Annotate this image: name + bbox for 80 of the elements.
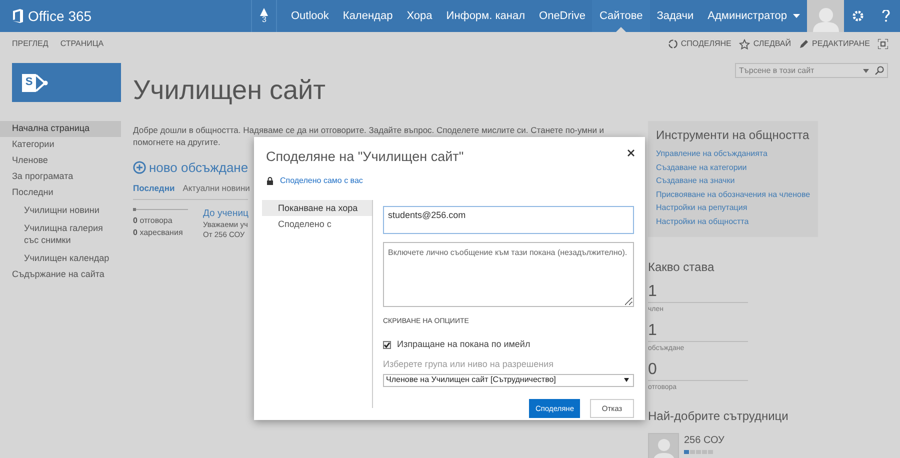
sidebar-subitem[interactable]: Училищен календар [0, 249, 121, 267]
nav-link[interactable]: Администратор [700, 0, 807, 32]
ribbon-action[interactable]: СПОДЕЛЯНЕ [680, 38, 732, 50]
tool-link[interactable]: Управление на обсъжданията [656, 148, 810, 160]
focus-icon [878, 39, 888, 49]
invite-input-field[interactable]: students@256.com [383, 206, 634, 234]
notification-button[interactable]: 3 [251, 0, 277, 32]
nav-link[interactable]: Информ. канал [439, 0, 532, 32]
stat-value: 1 [648, 321, 748, 342]
dialog-tab[interactable]: Поканване на хора [262, 200, 372, 216]
nav-link[interactable]: Хора [400, 0, 440, 32]
person-silhouette-icon [812, 6, 840, 32]
nav-link[interactable]: Календар [336, 0, 400, 32]
checkmark-icon [384, 342, 390, 348]
search-icon [875, 66, 884, 75]
tool-link[interactable]: Настройки на общността [656, 216, 810, 227]
tool-link[interactable]: Създаване на значки [656, 175, 810, 186]
stat-value: 0 [648, 360, 748, 381]
section-title: Какво става [648, 259, 716, 276]
panel-title: Инструменти на общността [656, 127, 810, 144]
tool-link[interactable]: Създаване на категории [656, 162, 810, 173]
checkbox-label: Изпращане на покана по имейл [397, 338, 530, 351]
reply-count: 0 отговора [133, 215, 174, 228]
ribbon-action[interactable]: РЕДАКТИРАНЕ [812, 38, 870, 50]
question-mark-icon [882, 10, 890, 22]
ribbon-action[interactable]: СЛЕДВАЙ [753, 38, 792, 50]
email-checkbox[interactable] [383, 340, 391, 348]
person-silhouette-icon [652, 437, 676, 458]
sidebar-item[interactable]: Последни [0, 185, 121, 201]
ribbon-tab[interactable]: ПРЕГЛЕД [12, 38, 48, 50]
arrow-node-icon [36, 74, 48, 92]
search-field[interactable]: Търсене в този сайт [735, 63, 888, 78]
welcome-text: Добре дошли в общността. Надяваме се да ни отговорите. Задайте въпрос. Споделете мислите си. Станете по-умни и помогнете на другите. [133, 124, 606, 148]
like-count: 0 харесвания [133, 227, 184, 240]
pointer-icon [616, 27, 626, 32]
activity-bar-drawing [133, 208, 188, 212]
plus-circle-icon [133, 161, 146, 174]
sidebar-item[interactable]: Начална страница [0, 121, 121, 137]
tool-link[interactable]: Настройки на репутация [656, 202, 810, 214]
sidebar-subitem[interactable]: Училищна галерия със снимки [0, 219, 121, 249]
ribbon-tab[interactable]: СТРАНИЦА [60, 38, 104, 50]
dialog-title: Споделяне на "Училищен сайт" [266, 148, 464, 166]
office-logo-icon [12, 9, 24, 23]
discussion-tab[interactable]: Актуални новини [182, 182, 250, 194]
settings-icon [852, 10, 864, 22]
caret-icon [793, 14, 800, 18]
sync-icon [668, 39, 678, 49]
close-icon [627, 149, 635, 157]
notification-count: 3 [262, 16, 266, 24]
permission-label: Изберете група или ниво на разрешения [383, 358, 554, 372]
post-title-link[interactable]: До учениц [203, 208, 248, 220]
sidebar-subitem[interactable]: Училищни новини [0, 201, 121, 219]
nav-link[interactable]: OneDrive [532, 0, 592, 32]
discussion-tab[interactable]: Последни [133, 182, 175, 194]
message-input-field[interactable]: Включете лично съобщение към тази покана (незадължително). [383, 242, 634, 308]
contributor-name: 256 СОУ [684, 434, 724, 448]
nav-link[interactable]: Задачи [650, 0, 701, 32]
new-discussion-link[interactable]: ново обсъждане [149, 158, 248, 178]
logo-letter: S [22, 74, 36, 92]
shared-with-link[interactable]: Споделено само с вас [280, 175, 363, 188]
nav-link[interactable]: Сайтове [592, 0, 650, 32]
brand-name: Office 365 [28, 6, 92, 26]
close-button[interactable] [625, 147, 637, 159]
star-icon [739, 38, 750, 50]
pencil-icon [799, 39, 810, 49]
site-title: Училищен сайт [133, 77, 326, 104]
tool-link[interactable]: Присвояване на обозначения на членове [656, 188, 810, 200]
permission-select[interactable]: Членове на Училищен сайт [Сътрудничество] [383, 374, 634, 387]
alert-icon [260, 8, 268, 16]
sidebar-item[interactable]: За програмата [0, 169, 121, 185]
caret-icon [624, 378, 629, 382]
dropdown-caret-icon [863, 68, 869, 72]
sidebar-item[interactable]: Категории [0, 137, 121, 153]
nav-link[interactable]: Outlook [284, 0, 336, 32]
section-title: Най-добрите сътрудници [648, 408, 790, 425]
sidebar-item[interactable]: Съдържание на сайта [0, 267, 121, 283]
lock-icon [267, 177, 273, 186]
dialog-tab[interactable]: Споделено с [262, 216, 372, 232]
sidebar-item[interactable]: Членове [0, 153, 121, 169]
stat-value: 1 [648, 282, 748, 303]
